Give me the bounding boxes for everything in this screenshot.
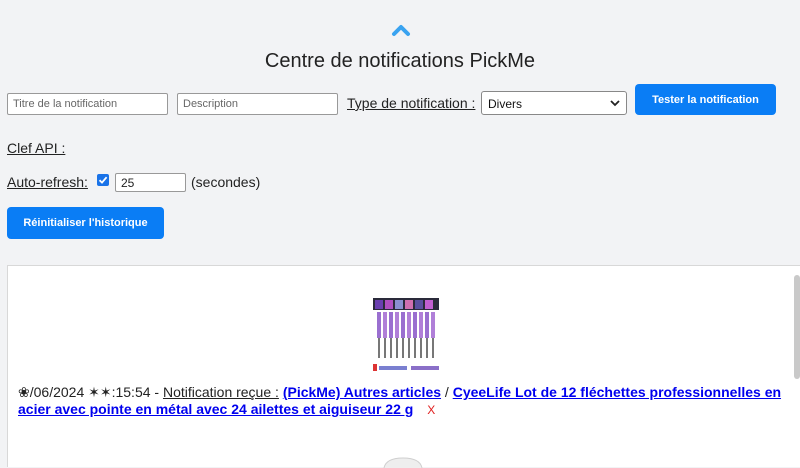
notification-time: ✶✶:15:54 [88, 384, 151, 400]
autorefresh-checkbox[interactable] [97, 174, 109, 186]
autorefresh-seconds-input[interactable] [115, 173, 186, 192]
seconds-label: (secondes) [191, 174, 261, 190]
autorefresh-label: Auto-refresh: [7, 174, 88, 190]
page-title: Centre de notifications PickMe [264, 50, 536, 72]
notification-entry: ❀/06/2024 ✶✶:15:54 - Notification reçue … [18, 384, 788, 419]
next-product-thumbnail[interactable] [378, 456, 428, 468]
history-scrollbar-thumb[interactable] [794, 275, 800, 379]
notification-description-input[interactable] [177, 93, 338, 115]
notification-category-link[interactable]: (PickMe) Autres articles [283, 384, 441, 400]
test-notification-button[interactable]: Tester la notification [635, 84, 776, 115]
notification-title-input[interactable] [7, 93, 168, 115]
notification-separator: - [150, 384, 163, 400]
api-key-label: Clef API : [7, 140, 66, 156]
notification-history-panel[interactable]: ❀/06/2024 ✶✶:15:54 - Notification reçue … [7, 265, 800, 468]
notification-slash: / [441, 384, 453, 400]
product-thumbnail-darts[interactable] [363, 296, 449, 378]
notification-date: ❀/06/2024 [18, 384, 85, 400]
chevron-down-icon [610, 100, 620, 107]
notification-type-select[interactable]: Divers [481, 91, 627, 115]
notification-type-selected-value: Divers [488, 97, 523, 111]
reset-history-button[interactable]: Réinitialiser l'historique [7, 207, 164, 239]
notification-type-label: Type de notification : [347, 95, 476, 111]
notification-received-label: Notification reçue : [162, 384, 279, 400]
delete-notification-button[interactable]: X [427, 403, 435, 417]
scroll-top-chevron-icon[interactable] [391, 22, 411, 38]
checkmark-icon [98, 176, 108, 184]
